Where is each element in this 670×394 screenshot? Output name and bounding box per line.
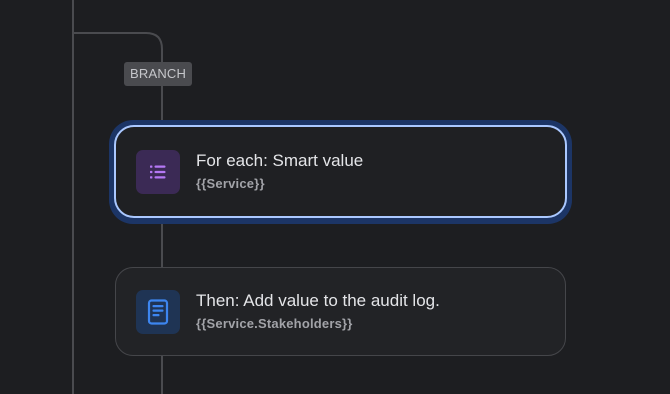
list-icon [150, 165, 166, 178]
document-icon [147, 298, 169, 325]
node-subtitle: {{Service}} [196, 175, 265, 191]
audit-log-node-text: Then: Add value to the audit log. {{Serv… [196, 290, 440, 334]
audit-log-icon-tile [136, 289, 180, 334]
for-each-node-text: For each: Smart value {{Service}} [196, 150, 363, 194]
branch-badge[interactable]: BRANCH [124, 62, 193, 86]
audit-log-node-card[interactable]: Then: Add value to the audit log. {{Serv… [115, 267, 566, 356]
branch-split-line [73, 32, 163, 62]
for-each-node-card[interactable]: For each: Smart value {{Service}} [114, 125, 567, 218]
node-title: Then: Add value to the audit log. [196, 290, 440, 310]
automation-canvas: BRANCH For each: Smart value {{Service}} [0, 0, 670, 394]
for-each-icon-tile [136, 149, 180, 194]
node-title: For each: Smart value [196, 150, 364, 170]
node-subtitle: {{Service.Stakeholders}} [196, 315, 353, 331]
